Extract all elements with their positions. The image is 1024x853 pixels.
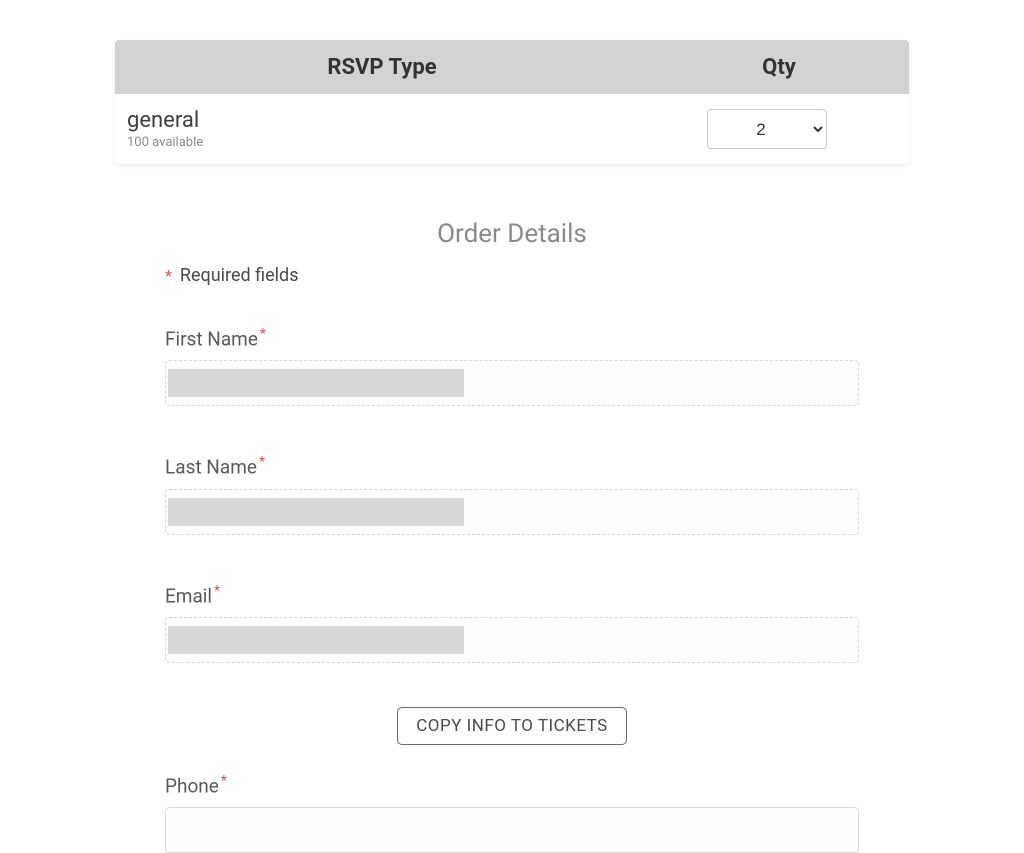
asterisk-icon: *	[214, 583, 220, 599]
copy-info-button[interactable]: COPY INFO TO TICKETS	[397, 707, 627, 745]
redacted-value	[168, 498, 464, 526]
required-note-text: Required fields	[180, 265, 299, 286]
asterisk-icon: *	[259, 454, 265, 470]
redacted-value	[168, 369, 464, 397]
first-name-label: First Name*	[165, 326, 859, 350]
rsvp-table-header: RSVP Type Qty	[115, 40, 909, 94]
phone-label-text: Phone	[165, 774, 219, 797]
first-name-label-text: First Name	[165, 327, 258, 350]
phone-group: Phone*	[165, 773, 859, 853]
order-title: Order Details	[165, 219, 859, 249]
qty-select[interactable]: 2	[707, 109, 827, 149]
order-details-section: Order Details * Required fields First Nam…	[115, 219, 909, 853]
first-name-input[interactable]	[165, 360, 859, 406]
rsvp-table: RSVP Type Qty general 100 available 2	[115, 40, 909, 164]
last-name-input[interactable]	[165, 489, 859, 535]
phone-label: Phone*	[165, 773, 859, 797]
asterisk-icon: *	[221, 773, 227, 789]
rsvp-row: general 100 available 2	[115, 94, 909, 164]
header-type: RSVP Type	[115, 55, 649, 80]
rsvp-type-name: general	[127, 108, 637, 133]
asterisk-icon: *	[260, 326, 266, 342]
asterisk-icon: *	[165, 266, 172, 285]
phone-input[interactable]	[165, 807, 859, 853]
required-fields-note: * Required fields	[165, 265, 859, 286]
last-name-group: Last Name*	[165, 454, 859, 534]
email-label-text: Email	[165, 584, 212, 607]
last-name-label-text: Last Name	[165, 456, 257, 479]
email-label: Email*	[165, 583, 859, 607]
last-name-label: Last Name*	[165, 454, 859, 478]
email-input[interactable]	[165, 617, 859, 663]
header-qty: Qty	[649, 55, 909, 80]
redacted-value	[168, 626, 464, 654]
email-group: Email*	[165, 583, 859, 663]
rsvp-type-available: 100 available	[127, 135, 637, 150]
first-name-group: First Name*	[165, 326, 859, 406]
